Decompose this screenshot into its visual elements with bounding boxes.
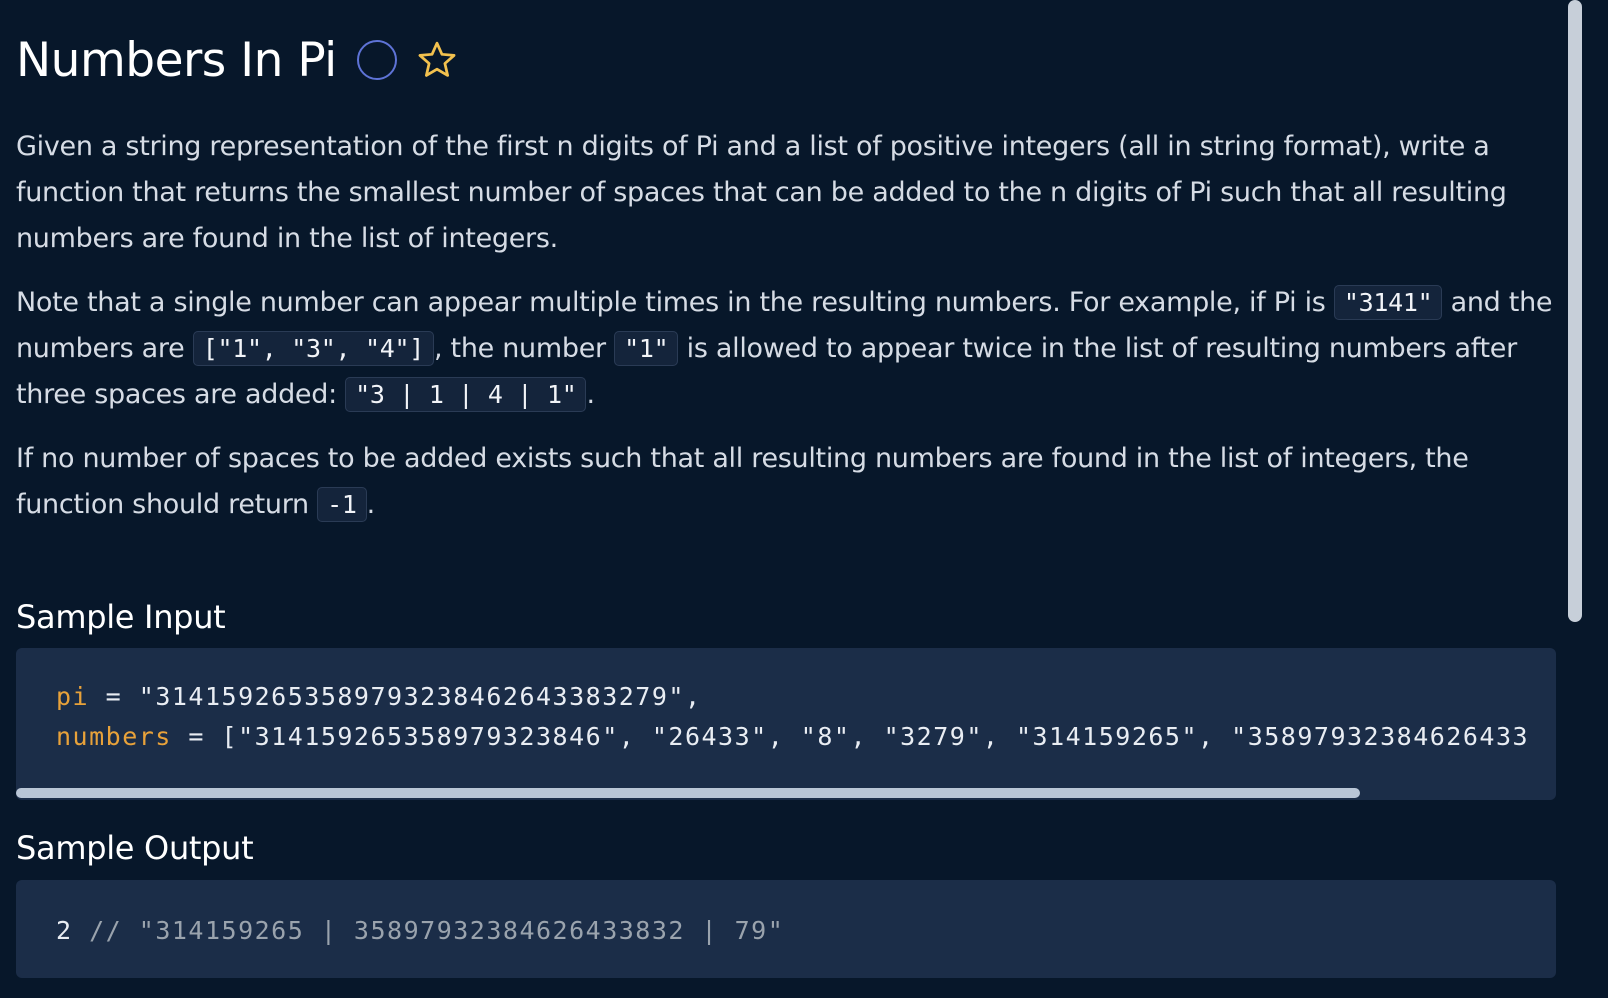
vertical-scrollbar[interactable]	[1568, 0, 1582, 622]
code-text: = ["314159265358979323846", "26433", "8"…	[171, 722, 1530, 751]
text-segment: Note that a single number can appear mul…	[16, 287, 1334, 318]
inline-code: "3 | 1 | 4 | 1"	[345, 377, 587, 412]
code-line: 2 // "314159265 | 35897932384626433832 |…	[56, 916, 784, 945]
horizontal-scrollbar[interactable]	[16, 786, 1556, 800]
inline-code: "3141"	[1333, 285, 1443, 320]
inline-code: "1"	[614, 331, 679, 366]
note-paragraph: Note that a single number can appear mul…	[16, 280, 1556, 418]
text-segment: If no number of spaces to be added exist…	[16, 443, 1469, 520]
page-title: Numbers In Pi	[16, 32, 337, 88]
sample-input-heading: Sample Input	[16, 598, 226, 636]
text-segment: .	[586, 379, 595, 410]
code-keyword: pi	[56, 682, 90, 711]
code-line: numbers = ["314159265358979323846", "264…	[56, 722, 1529, 751]
title-row: Numbers In Pi	[16, 0, 1556, 120]
status-circle-icon[interactable]	[356, 40, 397, 80]
code-keyword: numbers	[56, 722, 172, 751]
code-line: pi = "3141592653589793238462643383279",	[56, 682, 702, 711]
code-text: = "3141592653589793238462643383279",	[89, 682, 702, 711]
description-paragraph: Given a string representation of the fir…	[16, 131, 1507, 254]
sample-output-heading: Sample Output	[16, 829, 254, 867]
text-segment: , the number	[433, 333, 615, 364]
sample-output-code-block[interactable]: 2 // "314159265 | 35897932384626433832 |…	[16, 880, 1556, 978]
inline-code: ["1", "3", "4"]	[192, 331, 434, 366]
text-segment: .	[366, 489, 376, 520]
code-comment: // "314159265 | 35897932384626433832 | 7…	[72, 916, 785, 945]
problem-content: Numbers In Pi Given a string representat…	[16, 0, 1556, 978]
sample-input-code-block[interactable]: pi = "3141592653589793238462643383279", …	[16, 648, 1556, 800]
star-icon[interactable]	[415, 38, 459, 82]
inline-code: -1	[317, 487, 367, 522]
return-paragraph: If no number of spaces to be added exist…	[16, 436, 1556, 528]
output-value: 2	[56, 916, 73, 945]
horizontal-scrollbar-thumb[interactable]	[16, 788, 1360, 798]
